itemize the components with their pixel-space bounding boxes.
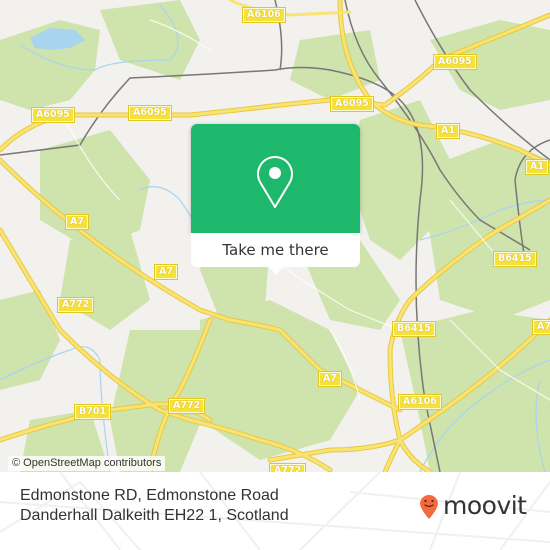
road-label-a772-mid: A772 xyxy=(167,398,206,414)
location-popup: Take me there xyxy=(191,124,360,275)
road-label-a6106-bottom: A6106 xyxy=(398,394,442,410)
road-label-a6095-left: A6095 xyxy=(31,107,75,123)
road-label-a6095-top-right: A6095 xyxy=(433,54,477,70)
road-label-b701: B701 xyxy=(73,404,112,420)
road-label-a7-mid: A7 xyxy=(154,264,178,280)
moovit-logo: moovit xyxy=(418,492,527,520)
popup-header xyxy=(191,124,360,233)
road-label-b6415-right: B6415 xyxy=(493,251,537,267)
road-label-a1-b: A1 xyxy=(525,159,549,175)
road-label-a7-south: A7 xyxy=(318,371,342,387)
road-label-a772-left: A772 xyxy=(56,297,95,313)
road-label-a6095-mid: A6095 xyxy=(128,105,172,121)
map-pin-icon xyxy=(257,156,293,208)
road-label-a6106-top: A6106 xyxy=(242,7,286,23)
moovit-pin-icon xyxy=(420,495,438,519)
road-label-b6415-mid: B6415 xyxy=(392,321,436,337)
popup-tail xyxy=(269,267,283,275)
road-label-a7-left: A7 xyxy=(65,214,89,230)
road-label-a772-bottom: A772 xyxy=(268,463,307,472)
moovit-brand-text: moovit xyxy=(443,491,527,520)
address-text: Edmonstone RD, Edmonstone Road Danderhal… xyxy=(20,487,289,524)
take-me-there-button[interactable]: Take me there xyxy=(191,233,360,267)
road-label-a7-right: A7 xyxy=(532,319,550,335)
road-label-a6095-right: A6095 xyxy=(330,96,374,112)
road-label-a1-a: A1 xyxy=(436,123,460,139)
take-me-there-label: Take me there xyxy=(222,241,329,259)
footer: Edmonstone RD, Edmonstone Road Danderhal… xyxy=(0,472,550,550)
map-attribution[interactable]: © OpenStreetMap contributors xyxy=(8,456,166,471)
